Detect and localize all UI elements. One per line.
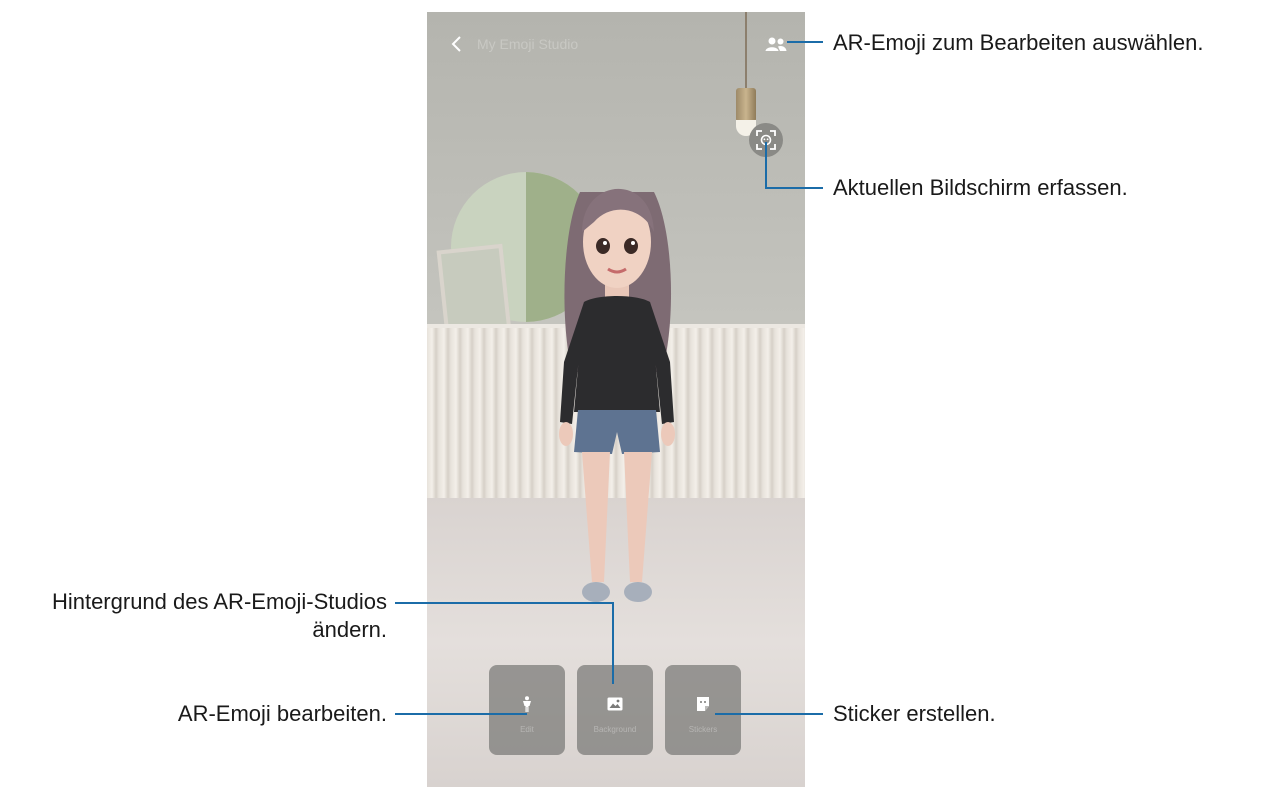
callout-line-background-v [612,602,614,684]
chevron-left-icon [451,36,461,52]
callout-edit: AR-Emoji bearbeiten. [177,701,387,726]
bottom-toolbar: Edit Background Stickers [489,665,743,755]
sticker-icon [697,697,709,711]
callout-line-capture-h [765,187,823,189]
callout-line-edit [395,713,527,715]
lamp-socket [736,88,756,122]
callout-line-select-emoji [787,41,823,43]
lamp-cord [745,12,747,90]
callout-background-line1: Hintergrund des AR-Emoji-Studios [51,589,387,614]
callout-line-capture-v [765,142,767,189]
image-icon [607,697,623,711]
back-button[interactable] [443,30,471,58]
create-stickers-label: Stickers [688,725,718,734]
callout-stickers: Sticker erstellen. [833,701,996,726]
emoji-studio-screen: My Emoji Studio Edit Background Stickers [427,12,805,787]
change-background-label: Background [593,725,637,734]
callout-capture: Aktuellen Bildschirm erfassen. [833,175,1128,200]
callout-select-emoji: AR-Emoji zum Bearbeiten auswählen. [833,30,1204,55]
change-background-button[interactable]: Background [577,665,653,755]
ar-emoji-avatar [559,188,675,602]
callout-line-stickers [715,713,823,715]
edit-emoji-button[interactable]: Edit [489,665,565,755]
people-icon [765,37,787,51]
callout-line-background-h [395,602,614,604]
callout-background-line2: ändern. [312,617,387,642]
create-stickers-button[interactable]: Stickers [665,665,741,755]
edit-emoji-label: Edit [520,725,534,734]
page-title: My Emoji Studio [477,36,579,52]
select-emoji-button[interactable] [759,30,793,58]
person-icon [523,696,531,712]
